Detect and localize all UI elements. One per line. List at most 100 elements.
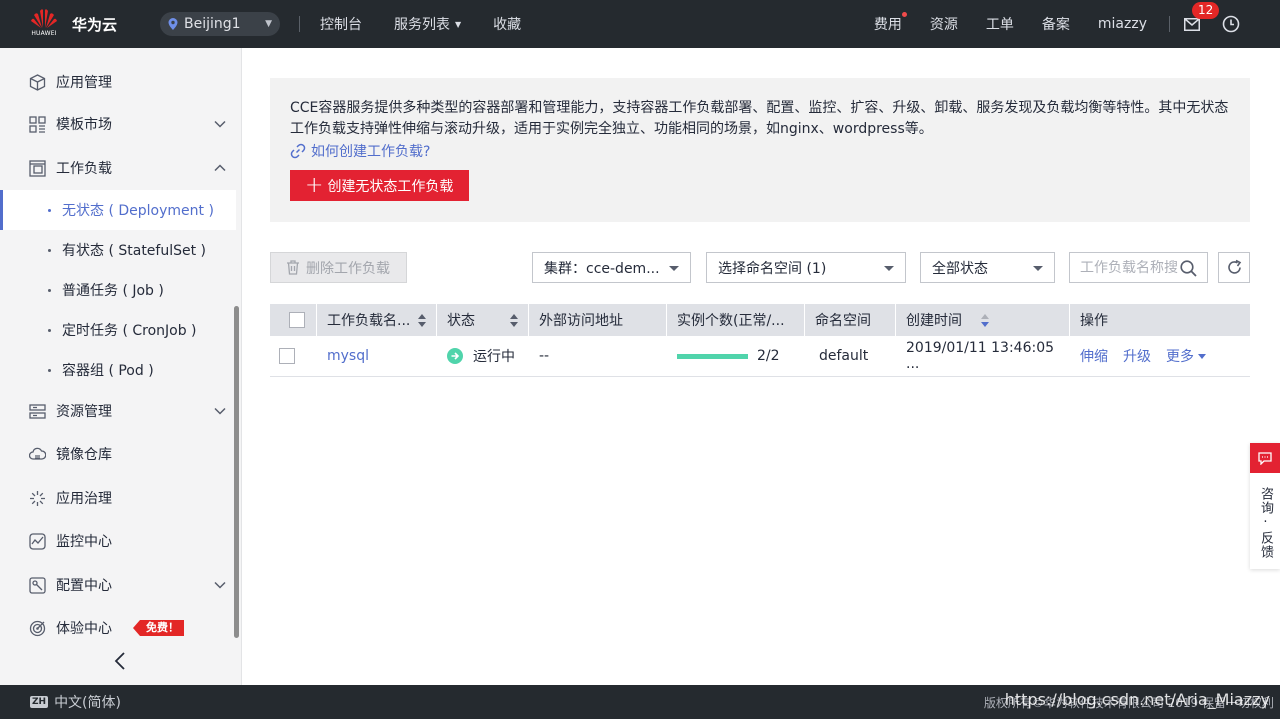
status-text: 运行中 [473, 349, 515, 365]
create-deployment-label: 创建无状态工作负载 [327, 178, 454, 195]
help-link[interactable]: 如何创建工作负载? [290, 140, 1230, 162]
footer: ZH 中文(简体) 版权所有©华为软件技术有限公司 2019 保留一切权利 ht… [0, 685, 1280, 719]
running-status-icon [447, 348, 463, 364]
sidebar-item-monitoring[interactable]: 监控中心 [0, 521, 236, 561]
message-button[interactable]: 12 [1182, 2, 1220, 34]
table-header: 工作负载名... 状态 外部访问地址 实例个数(正常/... 命名空间 创建时间… [270, 304, 1250, 336]
scale-link[interactable]: 伸缩 [1080, 346, 1108, 366]
sidebar-item-workload[interactable]: 工作负载 [0, 148, 236, 188]
col-status[interactable]: 状态 [437, 304, 529, 336]
sidebar-item-label: 资源管理 [56, 404, 112, 420]
nav-service-list-label: 服务列表 [394, 17, 450, 33]
nav-filing[interactable]: 备案 [1042, 14, 1070, 34]
feedback-label: 咨询·反馈 [1258, 487, 1273, 559]
feedback-widget[interactable]: 咨询·反馈 [1250, 443, 1280, 569]
main-content: CCE容器服务提供多种类型的容器部署和管理能力，支持容器工作负载部署、配置、监控… [243, 48, 1280, 685]
sort-icon[interactable] [510, 314, 518, 327]
sidebar-item-resource-management[interactable]: 资源管理 [0, 391, 236, 431]
created-time-cell: 2019/01/11 13:46:05 ... [906, 340, 1055, 372]
workload-search [1069, 252, 1208, 283]
top-navigation-bar: HUAWEI 华为云 Beijing1 ▼ 控制台 服务列表 ▼ 收藏 费用 资… [0, 0, 1280, 48]
sidebar-subitem-cronjob[interactable]: 定时任务 ( CronJob ) [0, 310, 236, 350]
workload-name-link[interactable]: mysql [327, 348, 369, 364]
sort-icon[interactable] [418, 314, 426, 327]
cluster-select[interactable]: 集群：cce-dem... [532, 252, 691, 283]
chevron-down-icon [214, 581, 226, 589]
more-menu[interactable]: 更多 [1166, 346, 1206, 366]
sidebar-subitem-statefulset[interactable]: 有状态 ( StatefulSet ) [0, 230, 236, 270]
sidebar-item-image-repository[interactable]: 镜像仓库 [0, 434, 236, 474]
sidebar-item-experience-center[interactable]: 体验中心 免费！ [0, 608, 236, 648]
language-switcher[interactable]: ZH 中文(简体) [30, 692, 121, 712]
col-namespace: 命名空间 [805, 304, 896, 336]
delete-workload-button[interactable]: 删除工作负载 [270, 252, 407, 283]
bullet [48, 248, 51, 252]
caret-down-icon [1033, 266, 1043, 271]
col-created-time[interactable]: 创建时间 [896, 304, 1070, 336]
free-badge: 免费！ [133, 620, 184, 636]
caret-down-icon: ▼ [455, 19, 462, 29]
sidebar-scrollbar[interactable] [234, 306, 239, 638]
sidebar-item-label: 工作负载 [56, 161, 112, 177]
create-deployment-button[interactable]: + 创建无状态工作负载 [290, 170, 469, 201]
upgrade-link[interactable]: 升级 [1123, 346, 1151, 366]
huawei-logo[interactable]: HUAWEI 华为云 [30, 7, 130, 41]
config-icon [28, 576, 46, 594]
sidebar-item-label: 镜像仓库 [56, 447, 112, 463]
clock-icon[interactable] [1222, 15, 1240, 33]
operations-cell: 伸缩 升级 更多 [1070, 336, 1250, 377]
user-menu[interactable]: miazzy [1098, 16, 1147, 32]
refresh-button[interactable] [1218, 252, 1250, 283]
workload-icon [28, 159, 46, 177]
chevron-left-icon[interactable] [114, 652, 126, 670]
sidebar-subitem-job[interactable]: 普通任务 ( Job ) [0, 270, 236, 310]
refresh-icon [1227, 259, 1241, 274]
sidebar-item-template-market[interactable]: 模板市场 [0, 104, 236, 144]
nav-favorites[interactable]: 收藏 [493, 14, 521, 34]
trash-icon [287, 260, 299, 275]
bullet [48, 288, 51, 292]
sidebar-item-app-management[interactable]: 应用管理 [0, 62, 236, 102]
search-input[interactable] [1080, 259, 1178, 276]
row-checkbox[interactable] [279, 348, 295, 364]
sidebar-item-app-governance[interactable]: 应用治理 [0, 478, 236, 518]
column-header: 操作 [1080, 313, 1108, 329]
column-header: 外部访问地址 [539, 313, 623, 329]
namespace-cell: default [819, 348, 869, 364]
nav-ticket[interactable]: 工单 [986, 14, 1014, 34]
watermark-text: https://blog.csdn.net/Aria_Miazzy [1004, 690, 1270, 709]
feedback-header [1250, 443, 1280, 473]
caret-down-icon: ▼ [265, 19, 272, 29]
namespace-select[interactable]: 选择命名空间 (1) [706, 252, 906, 283]
sidebar-subitem-deployment[interactable]: 无状态 ( Deployment ) [0, 190, 236, 230]
location-pin-icon [168, 18, 178, 30]
sidebar-subitem-label: 普通任务 ( Job ) [62, 283, 164, 299]
divider [1169, 16, 1170, 32]
nav-console[interactable]: 控制台 [320, 14, 362, 34]
bullet [48, 208, 51, 212]
status-select[interactable]: 全部状态 [920, 252, 1055, 283]
sidebar-item-label: 模板市场 [56, 117, 112, 133]
column-header: 创建时间 [906, 313, 962, 329]
nav-service-list[interactable]: 服务列表 ▼ [394, 14, 461, 34]
sidebar-item-config-center[interactable]: 配置中心 [0, 565, 236, 605]
select-all-checkbox[interactable] [289, 312, 305, 328]
caret-down-icon [669, 266, 679, 271]
notification-dot [901, 12, 907, 17]
sort-desc-icon[interactable] [981, 314, 989, 327]
region-selector[interactable]: Beijing1 ▼ [160, 12, 280, 36]
sidebar-subitem-pod[interactable]: 容器组 ( Pod ) [0, 350, 236, 390]
divider [299, 16, 300, 32]
col-workload-name[interactable]: 工作负载名... [317, 304, 437, 336]
search-icon[interactable] [1180, 260, 1197, 277]
cloud-icon [28, 445, 46, 463]
sidebar-item-label: 应用管理 [56, 75, 112, 91]
row-select-cell [270, 336, 317, 377]
nav-resource[interactable]: 资源 [930, 14, 958, 34]
caret-down-icon [884, 266, 894, 271]
logo-subtext: HUAWEI [31, 30, 57, 37]
cluster-select-value: 集群：cce-dem... [544, 260, 660, 277]
instances-progress-bar [677, 353, 748, 359]
chevron-up-icon [214, 164, 226, 172]
nav-fee[interactable]: 费用 [874, 12, 907, 34]
